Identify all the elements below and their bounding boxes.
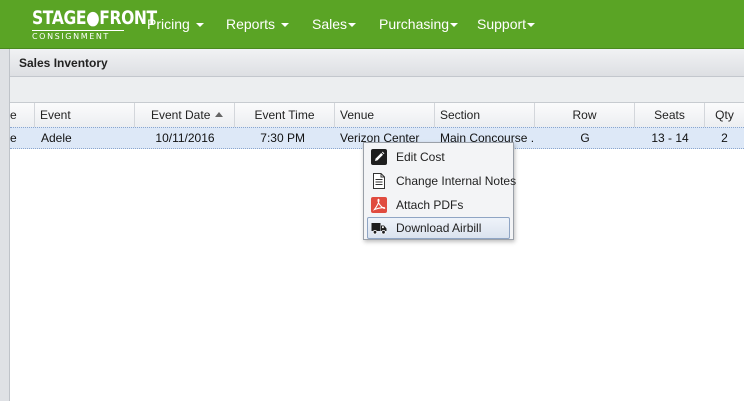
- column-header-section[interactable]: Section: [435, 103, 535, 127]
- column-header-row[interactable]: Row: [535, 103, 635, 127]
- menu-item-label: Attach PDFs: [396, 198, 464, 212]
- logo-divider: [32, 30, 124, 31]
- cell-row: G: [580, 131, 590, 145]
- cell-qty: 2: [721, 131, 728, 145]
- column-header-label: Qty: [715, 108, 734, 122]
- column-header-partial[interactable]: e: [10, 103, 35, 127]
- menu-item-attach-pdfs[interactable]: Attach PDFs: [367, 194, 510, 216]
- panel-header: Sales Inventory: [10, 49, 744, 77]
- grid-header: e Event Event Date Event Time Venue Sect…: [10, 103, 744, 128]
- column-header-label: e: [10, 108, 17, 122]
- caret-down-icon: [281, 23, 290, 27]
- column-header-event[interactable]: Event: [35, 103, 135, 127]
- column-header-label: Seats: [654, 108, 685, 122]
- menu-item-label: Change Internal Notes: [396, 174, 517, 188]
- column-header-event-time[interactable]: Event Time: [235, 103, 335, 127]
- nav-pricing-label: Pricing: [147, 16, 190, 32]
- pencil-icon: [371, 149, 387, 165]
- top-nav-bar: STAGE●FRONT CONSIGNMENT Pricing Reports …: [0, 0, 744, 49]
- column-header-label: Event Time: [254, 108, 315, 122]
- caret-down-icon: [527, 23, 536, 27]
- nav-sales-label: Sales: [312, 16, 348, 32]
- column-header-venue[interactable]: Venue: [335, 103, 435, 127]
- column-header-label: Section: [440, 108, 481, 122]
- menu-item-edit-cost[interactable]: Edit Cost: [367, 146, 510, 168]
- caret-down-icon: [348, 23, 357, 27]
- nav-reports-label: Reports: [226, 16, 276, 32]
- menu-item-download-airbill[interactable]: Download Airbill: [367, 217, 510, 239]
- column-header-event-date[interactable]: Event Date: [135, 103, 235, 127]
- nav-support[interactable]: Support: [477, 15, 536, 33]
- cell-seats: 13 - 14: [651, 131, 689, 145]
- panel-toolbar: [10, 77, 744, 103]
- caret-down-icon: [195, 23, 204, 27]
- cell-partial: e: [10, 131, 17, 145]
- nav-support-label: Support: [477, 16, 527, 32]
- sort-ascending-icon: [215, 112, 224, 117]
- panel-title: Sales Inventory: [19, 56, 108, 70]
- column-header-label: Event: [40, 108, 71, 122]
- cell-event-date: 10/11/2016: [155, 131, 215, 145]
- column-header-label: Venue: [340, 108, 375, 122]
- menu-item-change-internal-notes[interactable]: Change Internal Notes: [367, 170, 516, 192]
- stagefront-logo[interactable]: STAGE●FRONT CONSIGNMENT: [32, 7, 157, 41]
- context-menu: Edit Cost Change Internal Notes Attach P…: [363, 142, 516, 240]
- nav-pricing[interactable]: Pricing: [147, 15, 204, 33]
- logo-tagline: CONSIGNMENT: [32, 32, 110, 41]
- menu-item-label: Download Airbill: [396, 221, 482, 235]
- column-header-label: Row: [572, 108, 597, 122]
- left-panel-splitter[interactable]: [0, 49, 10, 401]
- column-header-seats[interactable]: Seats: [635, 103, 705, 127]
- nav-reports[interactable]: Reports: [226, 15, 290, 33]
- pdf-icon: [371, 197, 387, 213]
- column-header-label: Event Date: [151, 108, 211, 122]
- nav-purchasing-label: Purchasing: [379, 16, 450, 32]
- nav-sales[interactable]: Sales: [312, 15, 357, 33]
- nav-purchasing[interactable]: Purchasing: [379, 15, 459, 33]
- cell-event: Adele: [41, 131, 72, 145]
- document-icon: [373, 173, 385, 189]
- truck-icon: [371, 223, 387, 235]
- menu-item-label: Edit Cost: [396, 150, 445, 164]
- column-header-qty[interactable]: Qty: [705, 103, 744, 127]
- logo-wordmark: STAGE●FRONT: [32, 7, 157, 29]
- cell-event-time: 7:30 PM: [260, 131, 305, 145]
- caret-down-icon: [450, 23, 459, 27]
